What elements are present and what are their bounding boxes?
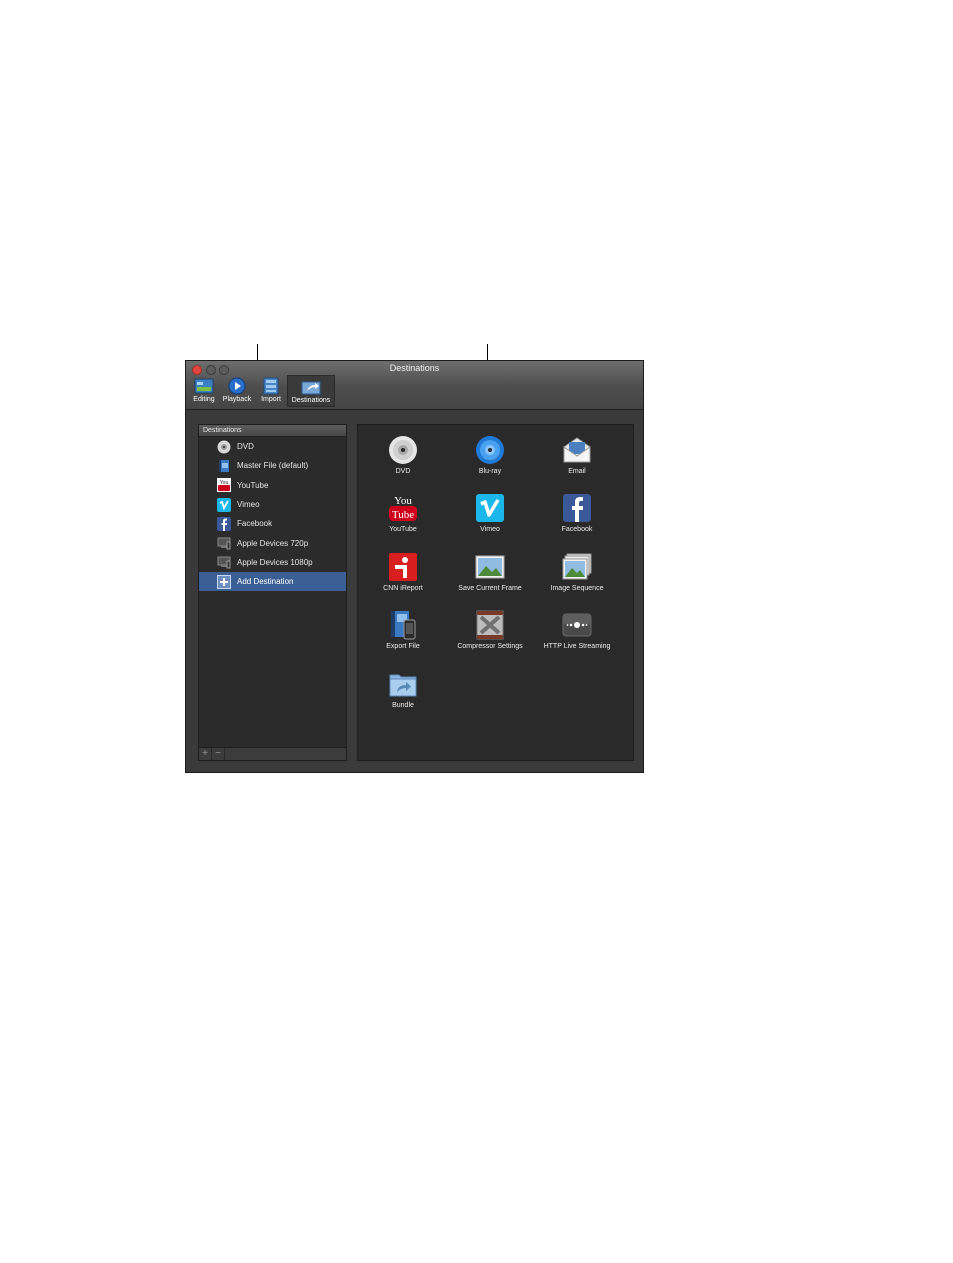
bundle-icon [389,674,417,697]
tile-dvd[interactable]: DVD [360,435,446,475]
sidebar-item-label: Add Destination [237,577,294,587]
tile-label: DVD [395,468,411,475]
svg-text:You: You [394,495,412,507]
compressor-icon [476,610,504,640]
sidebar-footer: + − [199,747,346,760]
tile-email[interactable]: Email [534,435,620,475]
tile-label: Image Sequence [550,585,604,592]
toolbar-destinations[interactable]: Destinations [287,375,335,407]
sidebar-item-master-file[interactable]: Master File (default) [199,456,346,475]
sidebar-item-label: Vimeo [237,500,260,510]
youtube-icon: You [217,478,231,493]
toolbar-import-label: Import [261,396,281,403]
sidebar-item-label: Facebook [237,519,273,529]
toolbar-editing-label: Editing [193,396,215,403]
toolbar-editing[interactable]: Editing [189,375,219,407]
sidebar-item-apple-devices-1080p[interactable]: Apple Devices 1080p [199,553,346,572]
editing-icon [194,378,214,394]
toolbar-playback[interactable]: Playback [220,375,254,407]
tile-cnn-ireport[interactable]: CNN iReport [360,552,446,592]
tile-label: Save Current Frame [458,585,522,592]
vimeo-icon [217,497,231,512]
sidebar-item-label: Apple Devices 720p [237,538,309,548]
http-streaming-icon [562,613,592,637]
vimeo-icon [476,494,504,522]
svg-text:Tube: Tube [392,509,414,521]
svg-text:You: You [220,480,229,486]
sidebar-item-vimeo[interactable]: Vimeo [199,495,346,514]
tile-bluray[interactable]: Blu-ray [447,435,533,475]
destinations-window: Destinations Editing Playback Import Des… [185,360,644,773]
cnn-ireport-icon [389,553,417,581]
toolbar-playback-label: Playback [222,396,252,403]
dvd-icon [217,440,231,454]
import-icon [263,377,279,395]
sidebar-item-label: Apple Devices 1080p [237,557,313,567]
remove-button[interactable]: − [212,748,225,760]
destinations-icon [301,381,321,395]
youtube-icon: You Tube [389,495,417,521]
sidebar-item-label: Master File (default) [237,461,309,471]
tile-label: Facebook [561,526,593,533]
facebook-icon [563,494,591,522]
sidebar-item-facebook[interactable]: Facebook [199,514,346,533]
dvd-icon [389,436,417,464]
add-button[interactable]: + [199,748,212,760]
tile-label: Bundle [392,702,414,709]
tile-label: CNN iReport [383,585,423,592]
apple-devices-icon [217,556,231,569]
destinations-sidebar: Destinations DVD Master File (default) Y… [198,424,347,761]
email-icon [563,437,591,463]
tile-compressor-settings[interactable]: Compressor Settings [447,610,533,650]
image-sequence-icon [562,553,592,580]
add-destination-icon [217,574,231,589]
bluray-icon [476,436,504,464]
tile-export-file[interactable]: Export File [360,610,446,650]
facebook-icon [217,516,231,531]
tile-label: Compressor Settings [457,643,523,650]
tile-vimeo[interactable]: Vimeo [447,493,533,533]
tile-facebook[interactable]: Facebook [534,493,620,533]
tile-label: Vimeo [480,526,500,533]
tile-label: Export File [386,643,420,650]
sidebar-item-add-destination[interactable]: Add Destination [199,572,346,592]
sidebar-header: Destinations [199,425,346,437]
sidebar-item-dvd[interactable]: DVD [199,437,346,456]
destinations-grid: DVD Blu-ray Email You Tube YouTube Vimeo… [357,424,634,761]
master-file-icon [219,459,229,472]
titlebar: Destinations Editing Playback Import Des… [186,361,643,410]
save-frame-icon [475,555,505,579]
sidebar-item-label: DVD [237,442,254,452]
sidebar-item-label: YouTube [237,480,269,490]
tile-bundle[interactable]: Bundle [360,669,446,709]
toolbar-import[interactable]: Import [257,375,285,407]
tile-save-current-frame[interactable]: Save Current Frame [447,552,533,592]
tile-label: Blu-ray [478,468,502,475]
sidebar-item-apple-devices-720p[interactable]: Apple Devices 720p [199,533,346,552]
tile-label: Email [568,468,586,475]
tile-image-sequence[interactable]: Image Sequence [534,552,620,592]
tile-label: HTTP Live Streaming [543,643,611,650]
toolbar-destinations-label: Destinations [291,397,331,404]
playback-icon [228,377,246,395]
export-file-icon [391,611,416,640]
tile-label: YouTube [389,526,417,533]
apple-devices-icon [217,537,231,550]
sidebar-item-youtube[interactable]: You YouTube [199,476,346,495]
tile-http-live-streaming[interactable]: HTTP Live Streaming [534,610,620,650]
tile-youtube[interactable]: You Tube YouTube [360,493,446,533]
window-title: Destinations [389,363,440,373]
